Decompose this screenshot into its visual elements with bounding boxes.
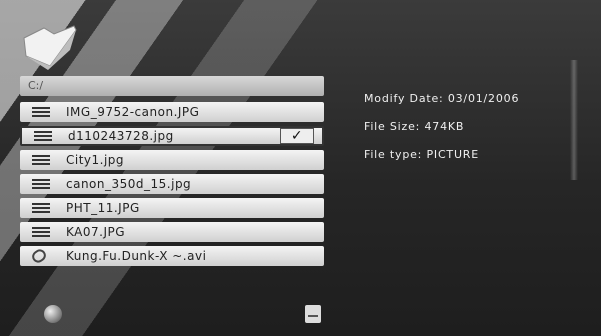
file-row-canon-350d[interactable]: canon_350d_15.jpg: [20, 174, 324, 194]
background-glow: [570, 60, 578, 180]
file-icon: [32, 227, 50, 237]
file-row-ka07[interactable]: KA07.JPG: [20, 222, 324, 242]
file-name: d110243728.jpg: [68, 129, 174, 143]
file-name: PHT_11.JPG: [66, 201, 140, 215]
file-name: IMG_9752-canon.JPG: [66, 105, 200, 119]
file-icon: [34, 131, 52, 141]
file-size: File Size: 474KB: [364, 120, 465, 133]
file-icon: [32, 203, 50, 213]
file-name: KA07.JPG: [66, 225, 126, 239]
file-info-panel: Modify Date: 03/01/2006 File Size: 474KB…: [364, 92, 519, 176]
file-icon: [32, 107, 50, 117]
file-name: Kung.Fu.Dunk-X ~.avi: [66, 249, 207, 263]
file-row-img-9752[interactable]: IMG_9752-canon.JPG: [20, 102, 324, 122]
current-path: C:/: [20, 76, 324, 96]
globe-icon[interactable]: [44, 305, 62, 323]
modify-date: Modify Date: 03/01/2006: [364, 92, 520, 105]
file-row-d110243728[interactable]: d110243728.jpg ✓: [20, 126, 324, 146]
file-name: canon_350d_15.jpg: [66, 177, 192, 191]
video-file-icon: [29, 247, 49, 265]
file-type: File type: PICTURE: [364, 148, 480, 161]
file-name: City1.jpg: [66, 153, 125, 167]
file-row-pht-11[interactable]: PHT_11.JPG: [20, 198, 324, 218]
file-icon: [32, 155, 50, 165]
folder-icon: [23, 25, 77, 70]
file-list: IMG_9752-canon.JPG d110243728.jpg ✓ City…: [20, 102, 324, 270]
file-icon: [32, 179, 50, 189]
file-row-city1[interactable]: City1.jpg: [20, 150, 324, 170]
download-icon[interactable]: [305, 305, 321, 323]
checkmark-icon: ✓: [280, 128, 314, 144]
file-row-kung-fu-dunk[interactable]: Kung.Fu.Dunk-X ~.avi: [20, 246, 324, 266]
